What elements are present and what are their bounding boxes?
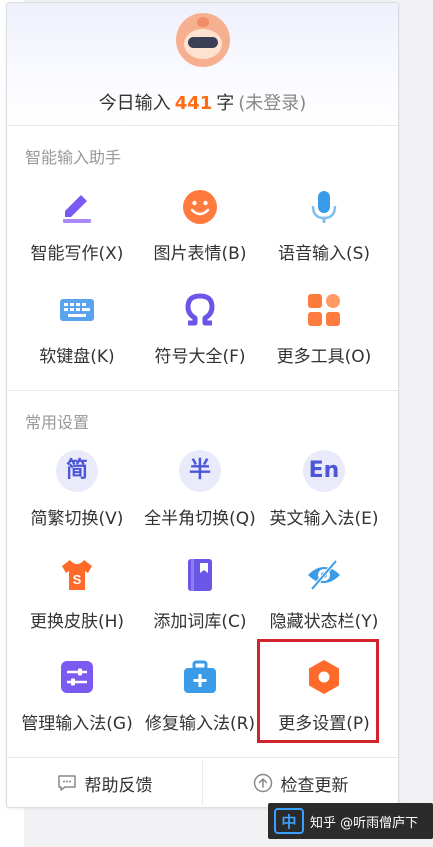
tile-label: 更换皮肤(H) bbox=[29, 612, 125, 632]
tile-english-input[interactable]: En 英文输入法(E) bbox=[263, 448, 385, 544]
omega-icon bbox=[185, 293, 215, 326]
tile-label: 全半角切换(Q) bbox=[144, 509, 256, 529]
english-icon: En bbox=[303, 450, 345, 492]
chat-bubble-icon bbox=[57, 775, 76, 791]
highlight-box bbox=[257, 639, 379, 743]
tile-label: 修复输入法(R) bbox=[144, 714, 256, 734]
tile-repair-ime[interactable]: 修复输入法(R) bbox=[139, 653, 261, 749]
divider bbox=[7, 125, 398, 126]
tile-simplified-traditional[interactable]: 简 简繁切换(V) bbox=[16, 448, 138, 544]
keyboard-icon bbox=[60, 299, 94, 321]
tile-smart-writing[interactable]: 智能写作(X) bbox=[16, 183, 138, 279]
section-title-assistant: 智能输入助手 bbox=[25, 148, 122, 167]
microphone-icon bbox=[311, 191, 337, 223]
divider bbox=[7, 390, 398, 391]
login-status[interactable]: (未登录) bbox=[238, 93, 306, 114]
tile-label: 更多工具(O) bbox=[276, 347, 372, 367]
tile-add-dictionary[interactable]: 添加词库(C) bbox=[139, 551, 261, 647]
tile-change-skin[interactable]: S 更换皮肤(H) bbox=[16, 551, 138, 647]
daily-input-stat: 今日输入 441 字 (未登录) bbox=[7, 89, 398, 115]
zhihu-watermark: 中 知乎 @听雨僧庐下 bbox=[268, 803, 433, 839]
tile-hide-status-bar[interactable]: 隐藏状态栏(Y) bbox=[263, 551, 385, 647]
tile-manage-ime[interactable]: 管理输入法(G) bbox=[16, 653, 138, 749]
half-width-icon: 半 bbox=[179, 450, 221, 492]
book-icon bbox=[188, 559, 212, 591]
smiley-icon bbox=[183, 190, 217, 224]
tile-label: 隐藏状态栏(Y) bbox=[269, 612, 379, 632]
eye-hidden-icon bbox=[308, 559, 340, 591]
help-feedback-label: 帮助反馈 bbox=[84, 775, 153, 796]
simplified-icon: 简 bbox=[56, 450, 98, 492]
tile-symbols[interactable]: 符号大全(F) bbox=[139, 286, 261, 382]
tile-voice-input[interactable]: 语音输入(S) bbox=[263, 183, 385, 279]
tile-label: 智能写作(X) bbox=[30, 244, 124, 264]
menu-header: 今日输入 441 字 (未登录) bbox=[7, 3, 398, 125]
tile-image-emoji[interactable]: 图片表情(B) bbox=[139, 183, 261, 279]
tile-label: 语音输入(S) bbox=[277, 244, 371, 264]
toolbox-icon bbox=[184, 660, 216, 693]
tile-label: 符号大全(F) bbox=[154, 347, 246, 367]
check-update-button[interactable]: 检查更新 bbox=[203, 759, 398, 807]
sliders-icon bbox=[61, 661, 93, 693]
tile-label: 图片表情(B) bbox=[153, 244, 247, 264]
tile-label: 简繁切换(V) bbox=[30, 509, 124, 529]
input-method-logo-icon: 中 bbox=[274, 808, 304, 834]
divider bbox=[7, 757, 398, 758]
grid-icon bbox=[308, 294, 340, 326]
tile-label: 软键盘(K) bbox=[39, 347, 115, 367]
upload-circle-icon bbox=[253, 773, 272, 793]
pen-icon bbox=[63, 195, 91, 223]
tile-more-tools[interactable]: 更多工具(O) bbox=[263, 286, 385, 382]
help-feedback-button[interactable]: 帮助反馈 bbox=[7, 759, 202, 807]
tile-label: 管理输入法(G) bbox=[21, 714, 133, 734]
stat-prefix: 今日输入 bbox=[98, 93, 171, 114]
check-update-label: 检查更新 bbox=[280, 775, 349, 796]
watermark-text: 知乎 @听雨僧庐下 bbox=[310, 815, 419, 831]
stat-count: 441 bbox=[174, 93, 213, 114]
shirt-icon: S bbox=[62, 560, 92, 590]
svg-text:S: S bbox=[73, 572, 82, 587]
tile-full-half-width[interactable]: 半 全半角切换(Q) bbox=[139, 448, 261, 544]
stat-unit: 字 bbox=[216, 93, 235, 114]
tile-soft-keyboard[interactable]: 软键盘(K) bbox=[16, 286, 138, 382]
section-title-settings: 常用设置 bbox=[25, 413, 90, 432]
tile-label: 英文输入法(E) bbox=[269, 509, 379, 529]
tile-label: 添加词库(C) bbox=[153, 612, 247, 632]
avatar[interactable] bbox=[176, 13, 230, 67]
